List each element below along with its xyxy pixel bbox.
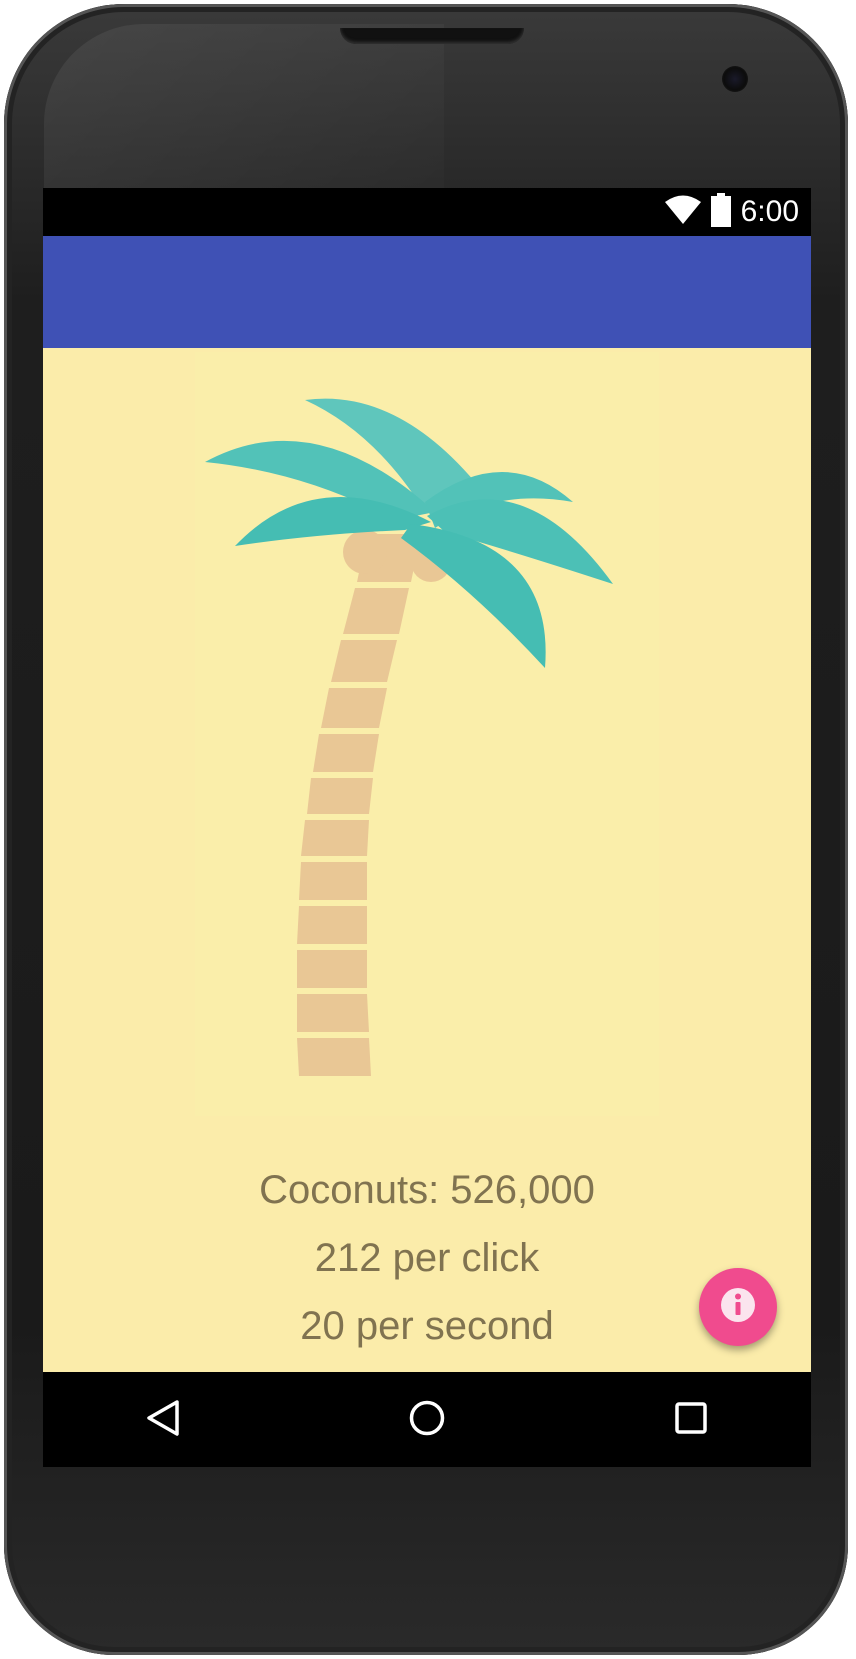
- game-content: Coconuts: 526,000 212 per click 20 per s…: [43, 348, 811, 1372]
- back-button[interactable]: [137, 1394, 189, 1446]
- phone-screen: 6:00 Coconuts: 526,000 212 per click 20 …: [43, 188, 811, 1467]
- per-second-rate: 20 per second: [300, 1304, 554, 1348]
- earpiece-speaker: [340, 28, 524, 44]
- coconut-count: Coconuts: 526,000: [259, 1168, 595, 1212]
- navigation-bar: [43, 1372, 811, 1467]
- palm-tree-image: [205, 398, 613, 1076]
- back-icon: [145, 1398, 181, 1443]
- status-bar: 6:00: [43, 188, 811, 236]
- recents-icon: [673, 1400, 709, 1441]
- status-time: 6:00: [740, 195, 799, 228]
- info-icon: [718, 1285, 758, 1330]
- home-button[interactable]: [401, 1394, 453, 1446]
- battery-icon: [710, 192, 731, 232]
- front-camera: [722, 66, 748, 92]
- info-button[interactable]: [699, 1268, 777, 1346]
- recents-button[interactable]: [665, 1394, 717, 1446]
- home-icon: [407, 1398, 447, 1443]
- palm-tree-button[interactable]: [195, 352, 659, 1116]
- status-indicators: 6:00: [664, 192, 799, 232]
- wifi-icon: [664, 195, 701, 230]
- app-bar: [43, 236, 811, 348]
- per-click-rate: 212 per click: [314, 1236, 540, 1280]
